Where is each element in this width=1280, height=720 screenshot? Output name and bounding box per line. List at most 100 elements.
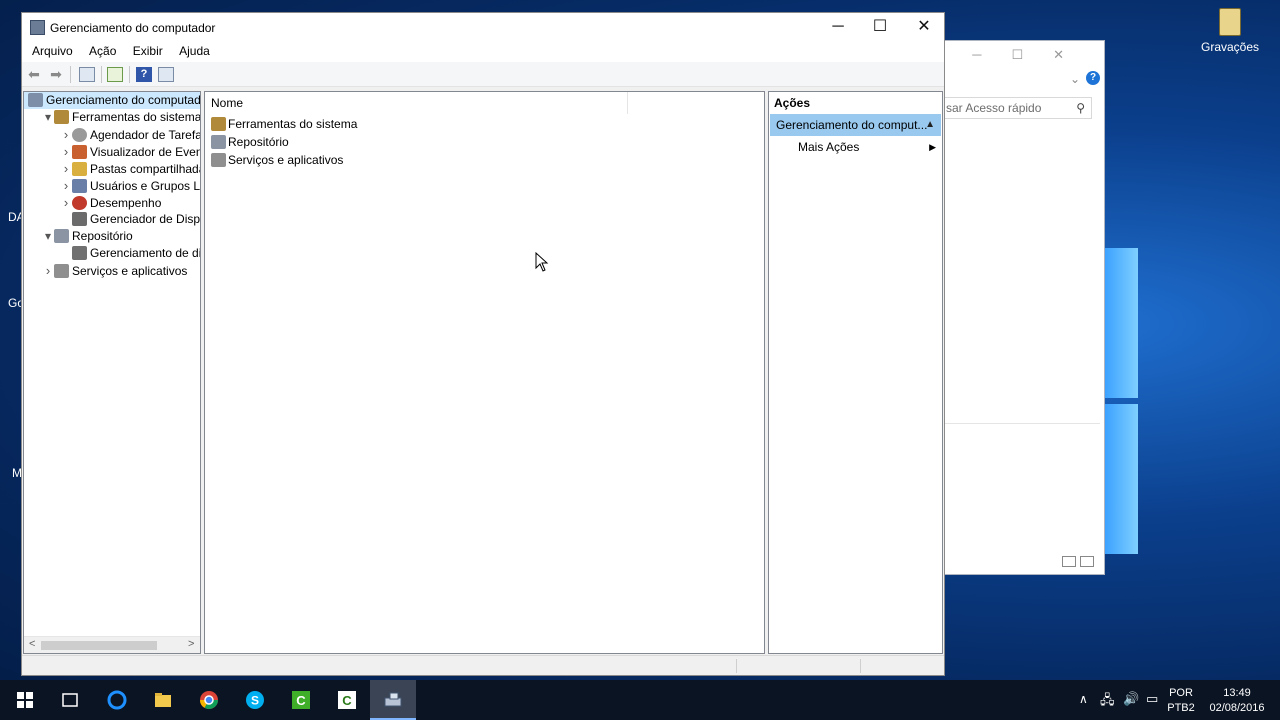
chevron-down-icon[interactable]: ▾ [42,228,54,245]
column-header-nome[interactable]: Nome [211,96,243,110]
actions-header: Ações [774,96,811,110]
tree-node[interactable]: Gerenciamento do computado [24,92,200,109]
chevron-right-icon[interactable]: › [60,194,72,211]
tree-node[interactable]: › Agendador de Tarefas [60,126,201,143]
tree-node[interactable]: Gerenciador de Disposit [60,211,200,228]
actions-group-label: Gerenciamento do comput... [776,118,928,132]
list-item[interactable]: Serviços e aplicativos [211,152,343,169]
disk-icon [72,246,87,260]
task-view-button[interactable] [47,680,93,720]
status-bar [22,655,944,675]
chevron-right-icon[interactable]: › [60,143,72,160]
svg-text:S: S [251,694,259,708]
forward-arrow-icon[interactable]: ➡ [48,67,64,82]
start-button[interactable] [2,680,48,720]
view-toggle-buttons[interactable] [1058,556,1098,570]
tree-node-label: Serviços e aplicativos [72,264,188,278]
list-item[interactable]: Repositório [211,134,289,151]
taskbar-edge[interactable] [94,680,140,720]
action-center-icon[interactable]: ▭ [1146,691,1158,707]
scroll-right-icon[interactable]: > [188,638,194,650]
chevron-right-icon: ▶ [929,142,936,152]
tree-node[interactable]: ▾ Ferramentas do sistema [42,109,201,126]
window-title: Gerenciamento do computador [50,21,216,35]
folder-icon [1219,8,1241,36]
column-divider[interactable] [627,92,628,114]
tree-node-label: Gerenciamento do computado [46,93,201,107]
minimize-button[interactable]: ─ [816,13,860,43]
menu-ajuda[interactable]: Ajuda [179,43,210,60]
taskbar-computer-management[interactable] [370,680,416,720]
folder-icon [155,693,171,707]
tree-node-label: Gerenciamento de disco [90,246,201,260]
back-arrow-icon[interactable]: ⬅ [26,67,42,82]
computer-management-icon [30,20,45,35]
details-pane: Nome Ferramentas do sistema Repositório Se… [204,91,765,654]
edge-browser-icon [107,690,127,710]
mouse-cursor-icon [535,252,549,272]
taskbar-file-explorer[interactable] [140,680,186,720]
taskbar-camtasia-green[interactable]: C [278,680,324,720]
tree-node[interactable]: › Usuários e Grupos Loca [60,177,201,194]
export-list-icon[interactable] [107,67,123,82]
taskbar-camtasia-white[interactable]: C [324,680,370,720]
menu-arquivo[interactable]: Arquivo [32,43,73,60]
close-button[interactable]: ✕ [902,13,946,43]
chrome-icon [200,691,218,710]
list-item[interactable]: Ferramentas do sistema [211,116,357,133]
volume-icon[interactable]: 🔊 [1123,691,1139,707]
horizontal-scrollbar[interactable]: < > [24,636,200,653]
maximize-button[interactable]: ☐ [858,13,902,43]
help-icon[interactable]: ? [1086,71,1100,85]
tree-node-label: Desempenho [90,196,162,210]
title-bar[interactable]: Gerenciamento do computador ─ ☐ ✕ [22,13,944,43]
tree-node[interactable]: › Serviços e aplicativos [42,262,187,279]
chevron-right-icon[interactable]: › [60,160,72,177]
device-manager-icon [72,212,87,226]
show-hide-action-pane-icon[interactable] [158,67,174,82]
collapse-up-icon[interactable]: ▲ [925,114,935,136]
desktop-recordings-shortcut[interactable]: Gravações [1200,8,1260,54]
clock-icon [72,128,87,142]
tree-node[interactable]: › Visualizador de Eventos [60,143,200,160]
toolbar-separator [101,66,102,83]
menu-acao[interactable]: Ação [89,43,116,60]
tree-node-label: Usuários e Grupos Loca [90,179,201,193]
event-viewer-icon [72,145,87,159]
help-icon[interactable]: ? [136,67,152,82]
chevron-right-icon[interactable]: › [60,177,72,194]
taskbar: S C C ∧ 🖧 🔊 ▭ POR PTB2 13:49 02/08/2016 [0,680,1280,720]
tree-node-label: Ferramentas do sistema [72,110,201,124]
language-indicator[interactable]: POR PTB2 [1164,686,1198,716]
tree-node[interactable]: Gerenciamento de disco [60,245,201,262]
windows-logo-wallpaper [1104,238,1138,558]
action-mais-acoes[interactable]: Mais Ações ▶ [769,136,942,158]
clock-time: 13:49 [1223,687,1251,699]
menu-exibir[interactable]: Exibir [133,43,163,60]
chevron-down-icon[interactable]: ⌄ [1070,72,1080,86]
tree-node[interactable]: ▾ Repositório [42,228,133,245]
shared-folder-icon [72,162,87,176]
network-icon[interactable]: 🖧 [1100,691,1115,713]
tree-node[interactable]: › Desempenho [60,194,161,211]
clock[interactable]: 13:49 02/08/2016 [1204,686,1270,716]
actions-group-header[interactable]: Gerenciamento do comput... ▲ [770,114,941,136]
scrollbar-thumb[interactable] [41,641,157,650]
tree-node[interactable]: › Pastas compartilhadas [60,160,201,177]
show-hide-tree-icon[interactable] [79,67,95,82]
scroll-left-icon[interactable]: < [29,638,35,650]
tree-node-label: Pastas compartilhadas [90,162,201,176]
chevron-right-icon[interactable]: › [60,126,72,143]
taskbar-chrome[interactable] [186,680,232,720]
taskbar-skype[interactable]: S [232,680,278,720]
chevron-down-icon[interactable]: ▾ [42,109,54,126]
explorer-window-controls[interactable]: ─☐✕ [972,47,1094,63]
explorer-search-input[interactable]: sar Acesso rápido ⚲ [944,97,1092,119]
show-hidden-icons-chevron-icon[interactable]: ∧ [1079,692,1088,706]
chevron-right-icon[interactable]: › [42,262,54,279]
tree-node-label: Agendador de Tarefas [90,128,201,142]
actions-pane: Ações Gerenciamento do comput... ▲ Mais … [768,91,943,654]
file-explorer-window[interactable]: ─☐✕ ⌄ ? sar Acesso rápido ⚲ [944,40,1105,575]
svg-text:C: C [296,693,306,708]
list-item-label: Repositório [228,135,289,149]
